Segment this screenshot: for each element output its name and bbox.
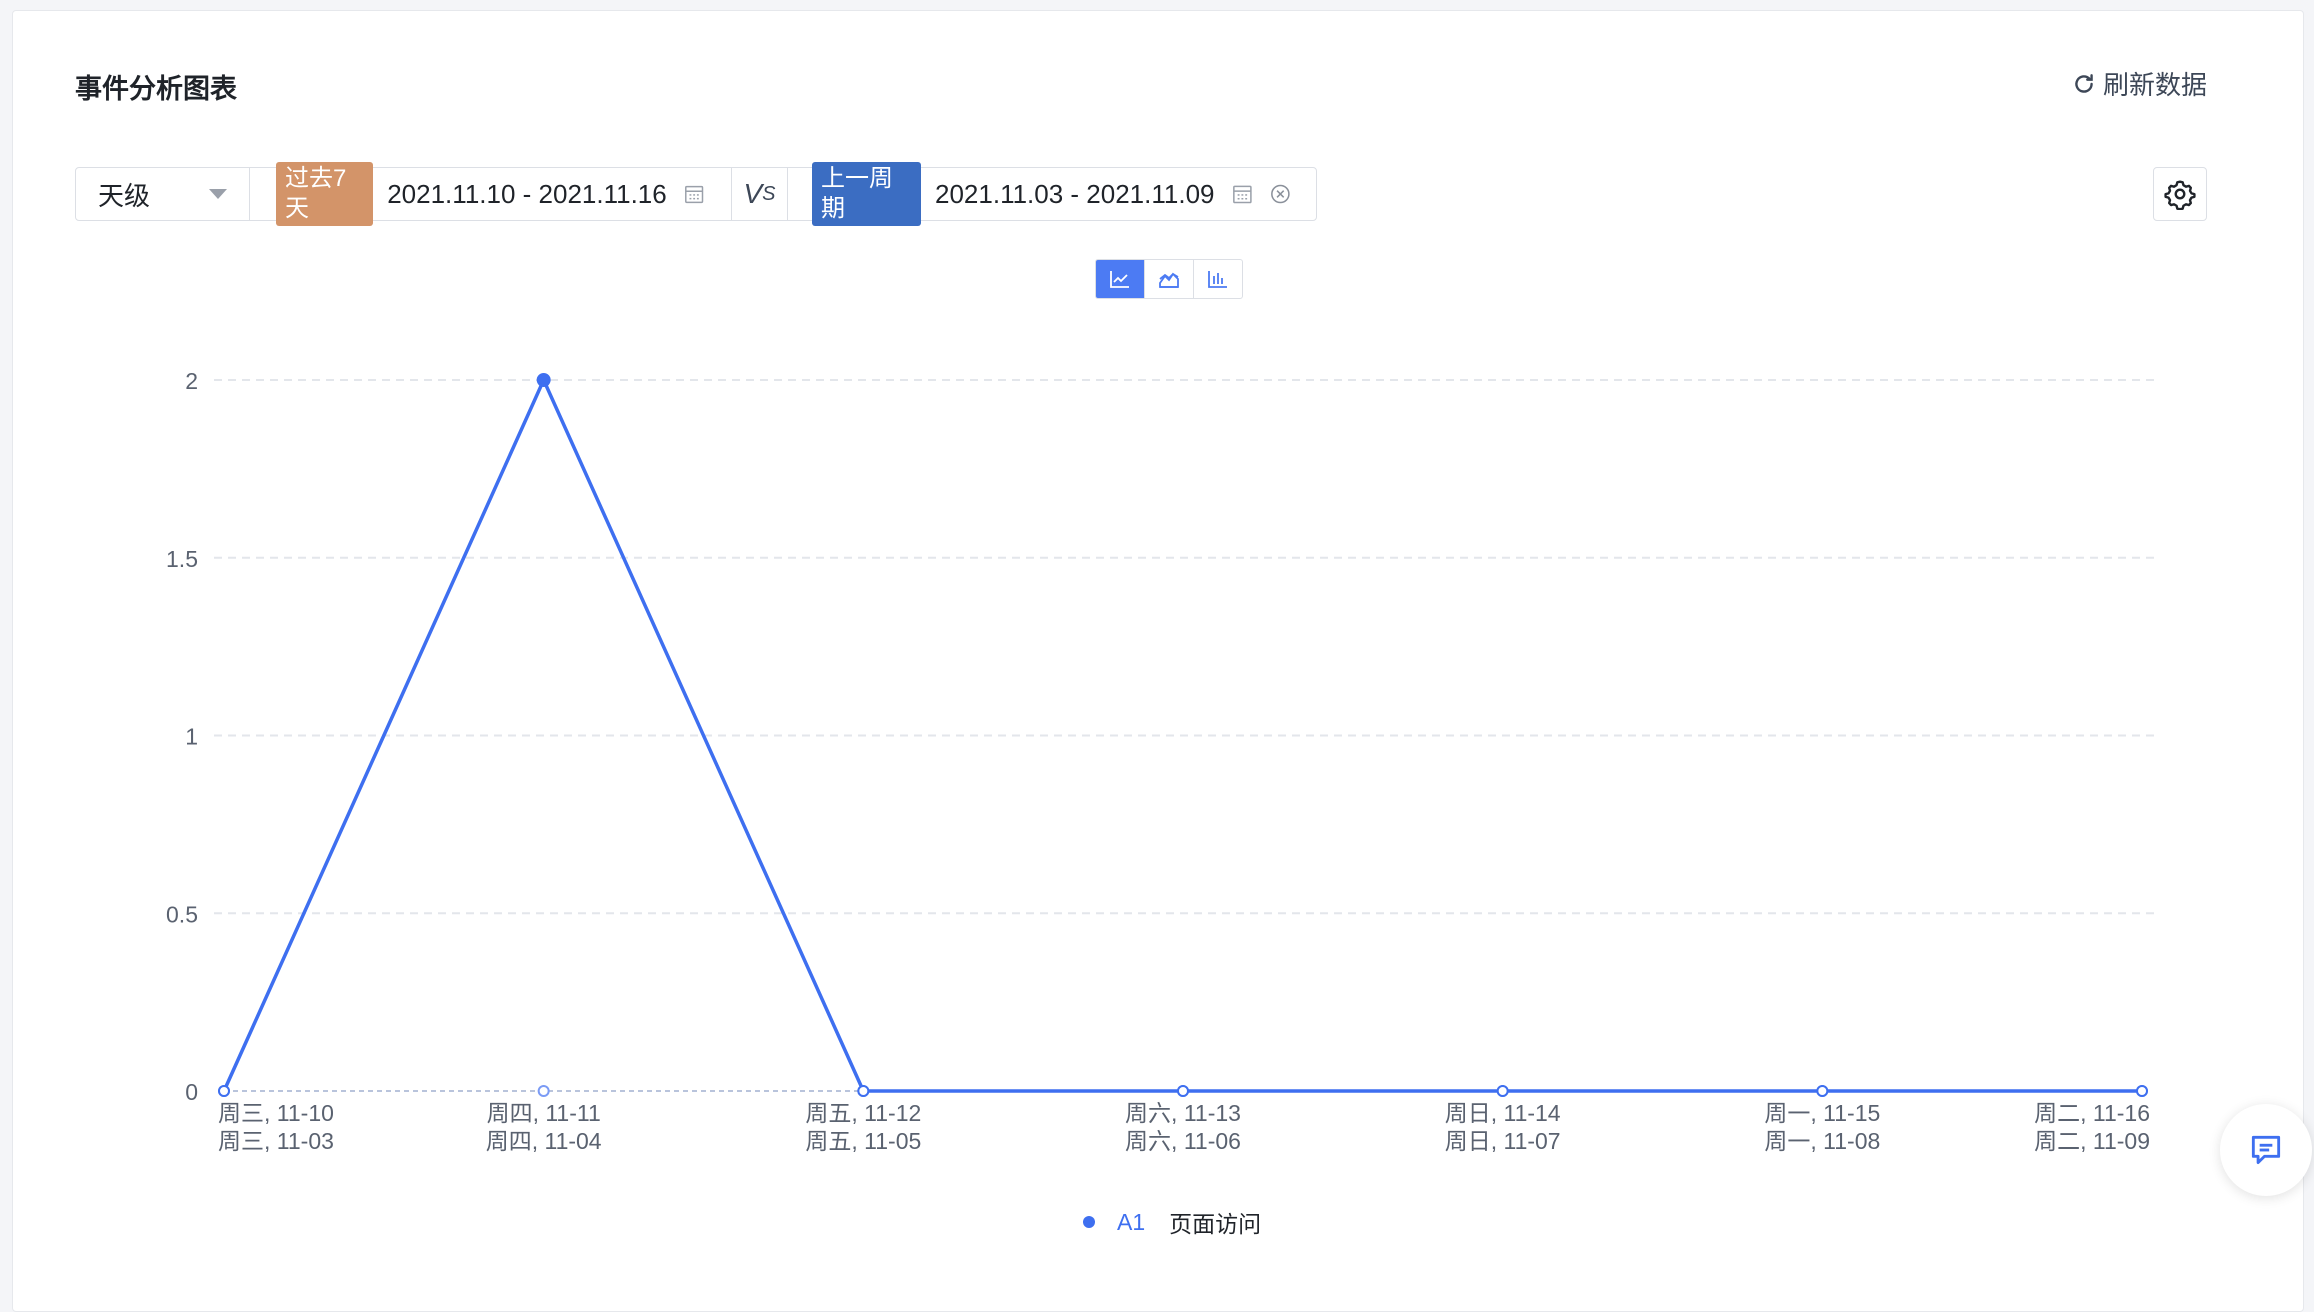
y-tick-label: 0 — [185, 1079, 198, 1105]
line-chart: 0 0.5 1 1.5 2 周三, 11-10周三, 11-03 周四, 11-11周四, … — [166, 368, 2155, 1154]
y-tick-label: 1.5 — [166, 546, 198, 572]
x-tick-label: 周二, 11-16 — [2034, 1100, 2150, 1126]
x-tick-label-compare: 周四, 11-04 — [486, 1128, 602, 1154]
chat-icon — [2251, 1135, 2281, 1165]
x-tick-label: 周日, 11-14 — [1445, 1100, 1561, 1126]
x-tick-label: 周六, 11-13 — [1125, 1100, 1241, 1126]
feedback-button[interactable] — [2220, 1104, 2312, 1196]
x-tick-label: 周三, 11-10 — [218, 1100, 334, 1126]
x-tick-label-compare: 周五, 11-05 — [805, 1128, 921, 1154]
series-point — [218, 1085, 230, 1097]
x-tick-label-compare: 周一, 11-08 — [1764, 1128, 1880, 1154]
series-point — [1816, 1085, 1829, 1097]
series-point — [857, 1085, 870, 1097]
x-tick-label-compare: 周日, 11-07 — [1445, 1128, 1561, 1154]
x-tick-label: 周五, 11-12 — [805, 1100, 921, 1126]
x-tick-label: 周一, 11-15 — [1764, 1100, 1880, 1126]
series-point — [536, 373, 551, 387]
series-point — [2136, 1085, 2148, 1097]
series-point — [1177, 1085, 1189, 1097]
x-tick-label-compare: 周二, 11-09 — [2034, 1128, 2150, 1154]
x-tick-label-compare: 周六, 11-06 — [1125, 1128, 1241, 1154]
x-tick-label-compare: 周三, 11-03 — [218, 1128, 334, 1154]
x-tick-label: 周四, 11-11 — [487, 1100, 601, 1126]
compare-point — [537, 1085, 550, 1097]
series-point — [1496, 1085, 1509, 1097]
y-tick-label: 2 — [185, 368, 198, 394]
y-tick-label: 0.5 — [166, 901, 198, 927]
y-tick-label: 1 — [185, 724, 198, 750]
